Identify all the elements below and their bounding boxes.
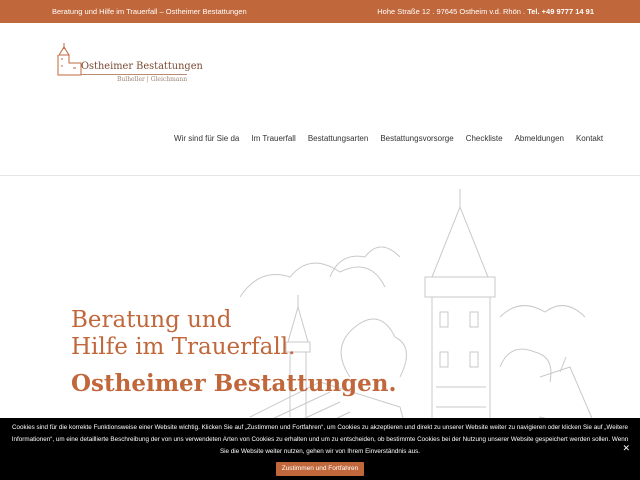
logo-brand: Ostheimer Bestattungen	[81, 61, 203, 72]
hero-heading-line-2: Hilfe im Trauerfall.	[71, 334, 296, 360]
site-logo[interactable]: Ostheimer Bestattungen Bulheller | Gleic…	[55, 41, 203, 91]
hero-heading-line-1: Beratung und	[71, 307, 232, 333]
logo-subtitle: Bulheller | Gleichmann	[117, 76, 188, 83]
nav-item-wir-sind-fuer-sie-da[interactable]: Wir sind für Sie da	[168, 134, 245, 143]
nav-item-im-trauerfall[interactable]: Im Trauerfall	[245, 134, 301, 143]
close-icon[interactable]: ✕	[622, 442, 630, 454]
hero-heading: Beratung und Hilfe im Trauerfall.	[71, 307, 295, 361]
nav-item-bestattungsarten[interactable]: Bestattungsarten	[302, 134, 374, 143]
phone-link[interactable]: Tel. +49 9777 14 91	[527, 7, 594, 16]
cookie-accept-button[interactable]: Zustimmen und Fortfahren	[275, 462, 365, 476]
address: Hohe Straße 12 . 97645 Ostheim v.d. Rhön…	[377, 7, 526, 16]
site-header: Ostheimer Bestattungen Bulheller | Gleic…	[0, 23, 640, 176]
nav-item-checkliste[interactable]: Checkliste	[460, 134, 509, 143]
logo-rule	[81, 74, 187, 75]
hero-heading-line-3: Ostheimer Bestattungen.	[71, 370, 397, 397]
nav-item-bestattungsvorsorge[interactable]: Bestattungsvorsorge	[374, 134, 459, 143]
nav-item-kontakt[interactable]: Kontakt	[570, 134, 609, 143]
cookie-text: Cookies sind für die korrekte Funktionsw…	[11, 424, 629, 455]
main-nav: Wir sind für Sie da Im Trauerfall Bestat…	[168, 134, 609, 143]
tagline: Beratung und Hilfe im Trauerfall – Osthe…	[52, 7, 247, 16]
cookie-banner: Cookies sind für die korrekte Funktionsw…	[0, 418, 640, 480]
nav-item-abmeldungen[interactable]: Abmeldungen	[509, 134, 570, 143]
top-info-bar: Beratung und Hilfe im Trauerfall – Osthe…	[0, 0, 640, 23]
contact-info: Hohe Straße 12 . 97645 Ostheim v.d. Rhön…	[377, 7, 594, 16]
